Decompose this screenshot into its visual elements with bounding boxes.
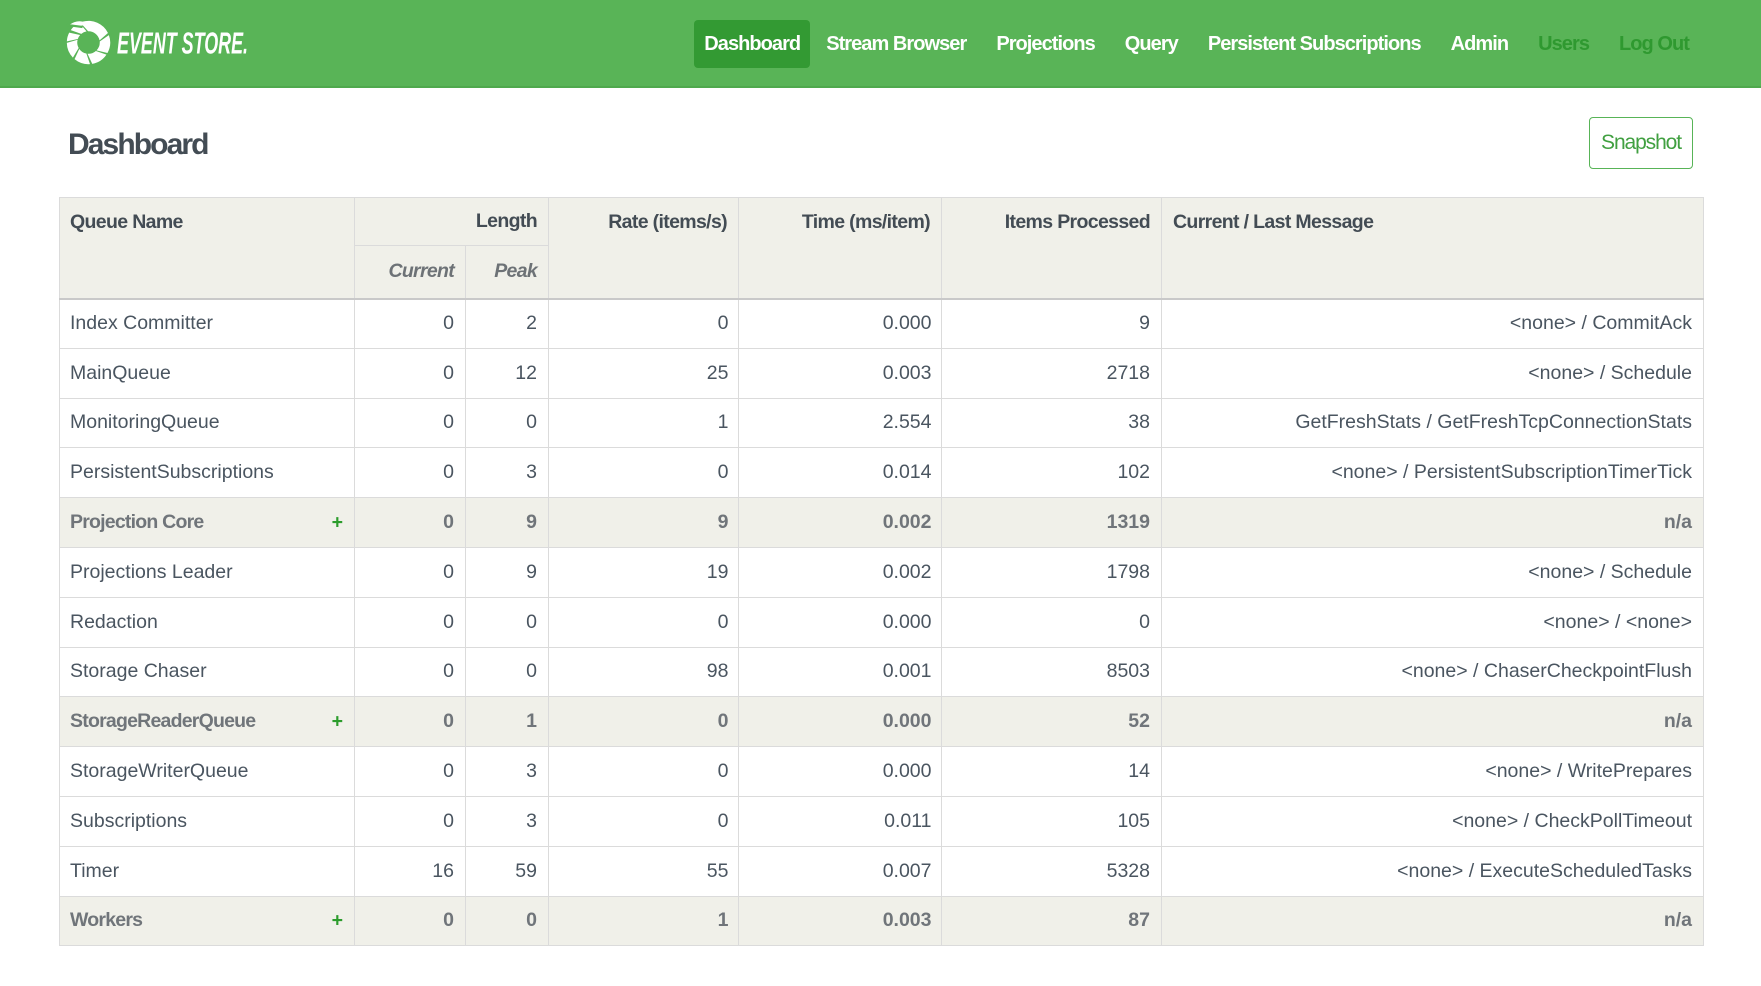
svg-text:EVENT STORE.: EVENT STORE.: [117, 26, 248, 61]
